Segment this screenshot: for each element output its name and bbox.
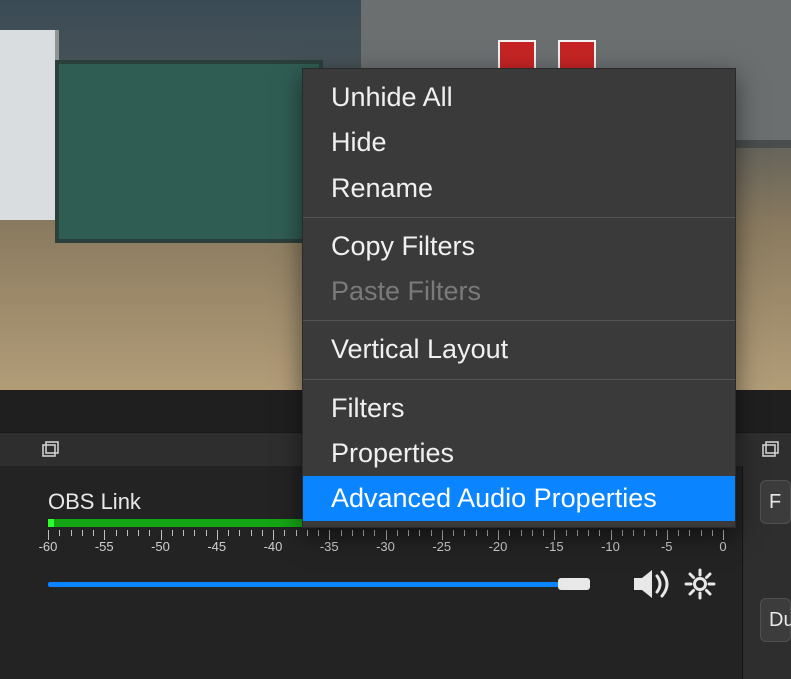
audio-meter-scale: -60-55-50-45-40-35-30-25-20-15-10-50 xyxy=(48,530,723,550)
menu-item[interactable]: Unhide All xyxy=(303,75,735,120)
volume-slider[interactable] xyxy=(48,578,608,590)
scale-label: -25 xyxy=(432,539,451,554)
menu-separator xyxy=(303,379,735,380)
scale-label: -45 xyxy=(207,539,226,554)
dock-popout-icon[interactable] xyxy=(762,441,780,457)
speaker-icon[interactable] xyxy=(632,568,674,600)
scale-label: -40 xyxy=(264,539,283,554)
menu-item[interactable]: Vertical Layout xyxy=(303,327,735,372)
volume-slider-thumb[interactable] xyxy=(558,578,590,590)
menu-item[interactable]: Hide xyxy=(303,120,735,165)
scale-label: -15 xyxy=(545,539,564,554)
menu-item: Paste Filters xyxy=(303,269,735,314)
scale-label: -30 xyxy=(376,539,395,554)
scale-label: 0 xyxy=(719,539,726,554)
menu-item[interactable]: Properties xyxy=(303,431,735,476)
preview-scene-shape xyxy=(0,30,59,220)
audio-source-name: OBS Link xyxy=(48,489,141,515)
context-menu: Unhide AllHideRename Copy FiltersPaste Fi… xyxy=(302,68,736,528)
preview-scene-shape xyxy=(55,60,323,243)
menu-item[interactable]: Copy Filters xyxy=(303,224,735,269)
scale-label: -50 xyxy=(151,539,170,554)
gear-icon[interactable] xyxy=(684,568,716,600)
scale-label: -20 xyxy=(489,539,508,554)
scale-label: -35 xyxy=(320,539,339,554)
menu-item[interactable]: Filters xyxy=(303,386,735,431)
scale-label: -5 xyxy=(661,539,673,554)
scale-label: -10 xyxy=(601,539,620,554)
menu-item[interactable]: Advanced Audio Properties xyxy=(303,476,735,521)
menu-separator xyxy=(303,320,735,321)
scale-label: -60 xyxy=(39,539,58,554)
menu-separator xyxy=(303,217,735,218)
side-button[interactable]: Du xyxy=(760,598,791,642)
scale-label: -55 xyxy=(95,539,114,554)
volume-slider-track xyxy=(48,582,574,587)
dock-popout-icon[interactable] xyxy=(42,441,60,457)
menu-item[interactable]: Rename xyxy=(303,166,735,211)
side-button[interactable]: F xyxy=(760,480,791,524)
